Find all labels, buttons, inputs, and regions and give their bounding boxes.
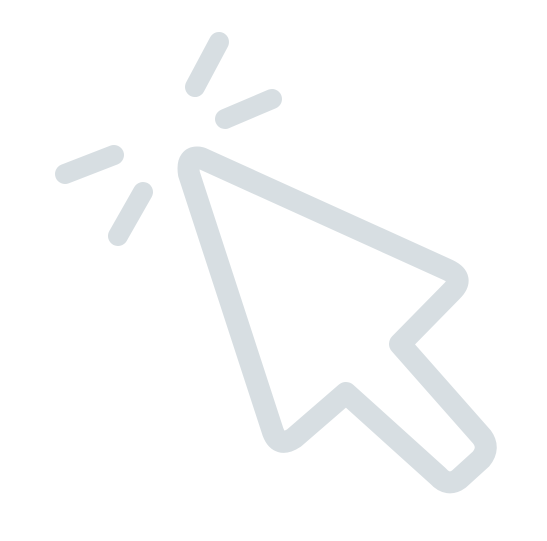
- click-ray-lower-left: [108, 182, 153, 246]
- click-ray-upper-right: [215, 89, 282, 129]
- click-cursor-icon: [55, 32, 497, 494]
- click-rays: [55, 32, 282, 246]
- icon-canvas: [0, 0, 547, 541]
- cursor-arrow-shape: [177, 146, 497, 494]
- click-ray-left: [55, 145, 124, 184]
- click-ray-top: [185, 32, 229, 97]
